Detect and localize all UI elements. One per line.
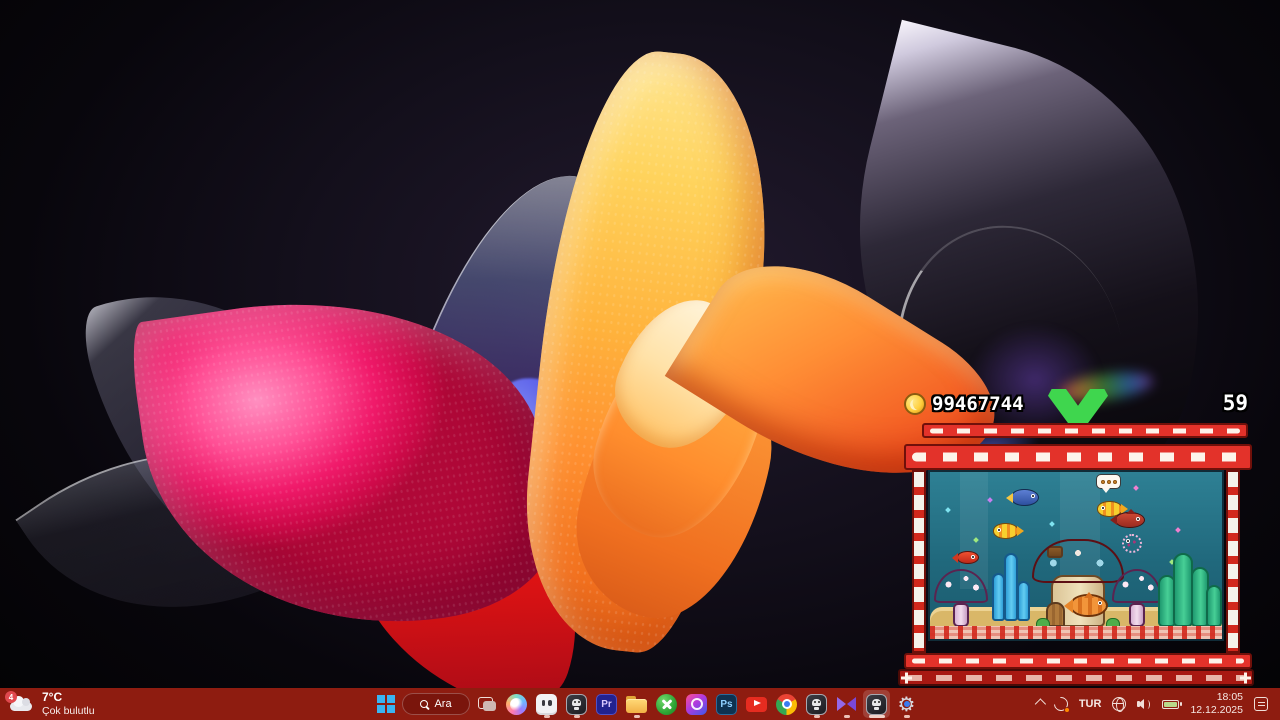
hidden-icons-chevron[interactable] xyxy=(1035,698,1046,709)
tank-right-column xyxy=(1226,470,1240,653)
rail-dashes xyxy=(930,428,1240,433)
photoshop-button[interactable]: Ps xyxy=(713,690,740,718)
pixel-pet-app-icon xyxy=(536,694,557,715)
sync-update-icon[interactable] xyxy=(1054,697,1068,711)
base-corner-plus-icon xyxy=(901,672,912,683)
tank-lid xyxy=(904,444,1252,470)
fish-orange-fancy xyxy=(1072,596,1106,615)
skull-icon xyxy=(806,694,827,715)
tank-water xyxy=(928,470,1224,641)
copilot-icon xyxy=(506,694,527,715)
lid-lights xyxy=(912,453,1244,462)
language-indicator[interactable]: TUR xyxy=(1079,698,1102,710)
aquarium-widget[interactable]: 99467744 59 xyxy=(898,388,1254,686)
chrome-icon xyxy=(776,694,797,715)
fish-counter-value: 59 xyxy=(1223,391,1248,415)
skull-icon xyxy=(866,694,887,715)
skull-launcher-button[interactable] xyxy=(563,690,590,718)
desktop: 99467744 59 xyxy=(0,0,1280,720)
fish-clownfish-2 xyxy=(994,524,1018,538)
youtube-icon xyxy=(746,697,767,712)
fish-red xyxy=(1116,513,1144,527)
weather-widget[interactable]: 4 7°C Çok bulutlu xyxy=(8,688,95,720)
visual-studio-icon xyxy=(836,695,857,713)
sparkle xyxy=(945,507,951,513)
weather-badge: 4 xyxy=(5,691,17,703)
fish-pink-pufferfish xyxy=(1122,534,1142,553)
tank-bottom-rail xyxy=(904,653,1252,669)
running-indicator xyxy=(904,715,910,718)
youtube-button[interactable] xyxy=(743,690,770,718)
update-dot xyxy=(1064,707,1070,713)
visual-studio-button[interactable] xyxy=(833,690,860,718)
system-tray: TUR 18:05 12.12.2025 xyxy=(1035,688,1280,720)
swirl-media-app-button[interactable] xyxy=(683,690,710,718)
taskbar-center: Ara Pr Ps ⚙ xyxy=(372,688,920,720)
pink-mushroom-right xyxy=(1112,569,1162,627)
coin-count-value: 99467744 xyxy=(932,393,1024,415)
start-button[interactable] xyxy=(372,690,399,718)
tank-floor-pattern xyxy=(930,626,1222,639)
premiere-pro-button[interactable]: Pr xyxy=(593,690,620,718)
battery-icon[interactable] xyxy=(1162,700,1179,709)
coin-counter: 99467744 xyxy=(904,393,1024,415)
weather-temperature: 7°C xyxy=(42,691,95,705)
fish-blue-yellow xyxy=(1012,490,1038,505)
teal-coral xyxy=(1158,551,1224,627)
tray-time: 18:05 xyxy=(1217,691,1243,704)
sparkle xyxy=(1175,527,1181,533)
running-indicator xyxy=(814,715,820,718)
photoshop-icon: Ps xyxy=(716,694,737,715)
windows-logo-icon xyxy=(377,695,385,703)
gear-icon: ⚙ xyxy=(896,693,918,715)
skull-launcher-button-active[interactable] xyxy=(863,690,890,718)
weather-text: 7°C Çok bulutlu xyxy=(42,691,95,717)
skull-launcher-button-2[interactable] xyxy=(803,690,830,718)
sparkle xyxy=(1133,485,1139,491)
search-label: Ara xyxy=(434,698,451,710)
pixel-pet-app-button[interactable] xyxy=(533,690,560,718)
tray-date: 12.12.2025 xyxy=(1190,704,1243,717)
gold-coin-icon xyxy=(904,393,926,415)
cloud-icon: 4 xyxy=(8,695,34,713)
task-view-icon xyxy=(478,697,496,712)
folder-icon xyxy=(626,696,647,713)
chrome-button[interactable] xyxy=(773,690,800,718)
xbox-icon xyxy=(656,694,677,715)
tank-top-rail xyxy=(922,423,1248,438)
premiere-pro-icon: Pr xyxy=(596,694,617,715)
active-indicator xyxy=(869,715,885,718)
search-icon xyxy=(420,700,429,709)
settings-button[interactable]: ⚙ xyxy=(893,690,920,718)
pink-mushroom-left xyxy=(934,569,988,627)
copilot-button[interactable] xyxy=(503,690,530,718)
skull-icon xyxy=(566,694,587,715)
tank-base xyxy=(898,669,1254,686)
base-dashes xyxy=(906,675,1246,681)
fish-food-bubble xyxy=(1096,474,1121,489)
search-box[interactable]: Ara xyxy=(402,693,470,715)
network-icon[interactable] xyxy=(1112,697,1126,711)
running-indicator xyxy=(634,715,640,718)
rail-dashes xyxy=(912,659,1244,664)
xbox-button[interactable] xyxy=(653,690,680,718)
weather-condition: Çok bulutlu xyxy=(42,705,95,717)
fish-small-red xyxy=(958,552,978,563)
running-indicator xyxy=(574,715,580,718)
sparkle xyxy=(987,497,993,503)
swirl-app-icon xyxy=(686,694,707,715)
file-explorer-button[interactable] xyxy=(623,690,650,718)
task-view-button[interactable] xyxy=(473,690,500,718)
running-indicator xyxy=(844,715,850,718)
volume-icon[interactable] xyxy=(1137,698,1151,710)
blue-coral xyxy=(992,549,1030,621)
taskbar: 4 7°C Çok bulutlu Ara Pr Ps xyxy=(0,688,1280,720)
aquarium-hud: 99467744 59 xyxy=(898,388,1254,428)
running-indicator xyxy=(544,715,550,718)
sparkle xyxy=(1049,521,1055,527)
tank-left-column xyxy=(912,470,926,653)
clock[interactable]: 18:05 12.12.2025 xyxy=(1190,691,1243,717)
base-corner-plus-icon xyxy=(1240,672,1251,683)
notification-center-icon[interactable] xyxy=(1254,697,1268,711)
